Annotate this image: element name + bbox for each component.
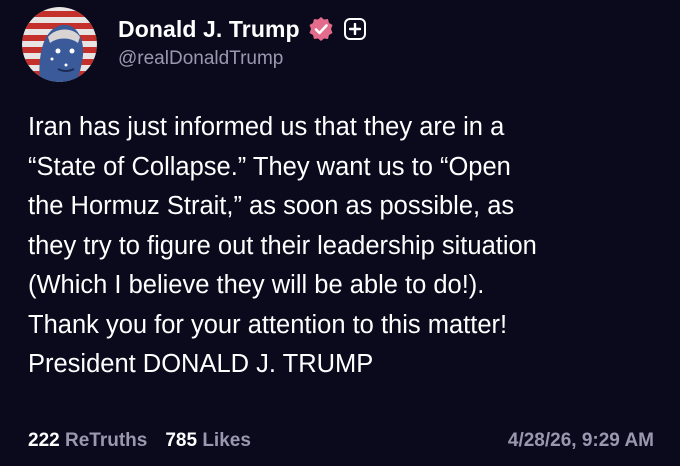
author-name-row: Donald J. Trump: [118, 14, 366, 44]
post-timestamp[interactable]: 4/28/26, 9:29 AM: [508, 430, 654, 452]
avatar-image: [22, 7, 97, 82]
retruths-label: ReTruths: [64, 430, 148, 451]
likes-label: Likes: [202, 430, 251, 451]
retruths-count: 222: [28, 430, 60, 451]
plus-icon: [348, 23, 361, 35]
author-handle[interactable]: @realDonaldTrump: [118, 48, 283, 70]
avatar[interactable]: [22, 7, 97, 82]
post-text: Iran has just informed us that they are …: [28, 113, 537, 378]
display-name[interactable]: Donald J. Trump: [118, 16, 300, 43]
retruths-stat[interactable]: 222 ReTruths: [28, 430, 147, 452]
verified-badge-icon: [308, 16, 334, 42]
likes-count: 785: [165, 430, 198, 451]
post-stats: 222 ReTruths 785 Likes: [28, 430, 251, 452]
likes-stat[interactable]: 785 Likes: [165, 430, 251, 452]
follow-button[interactable]: [343, 18, 366, 40]
